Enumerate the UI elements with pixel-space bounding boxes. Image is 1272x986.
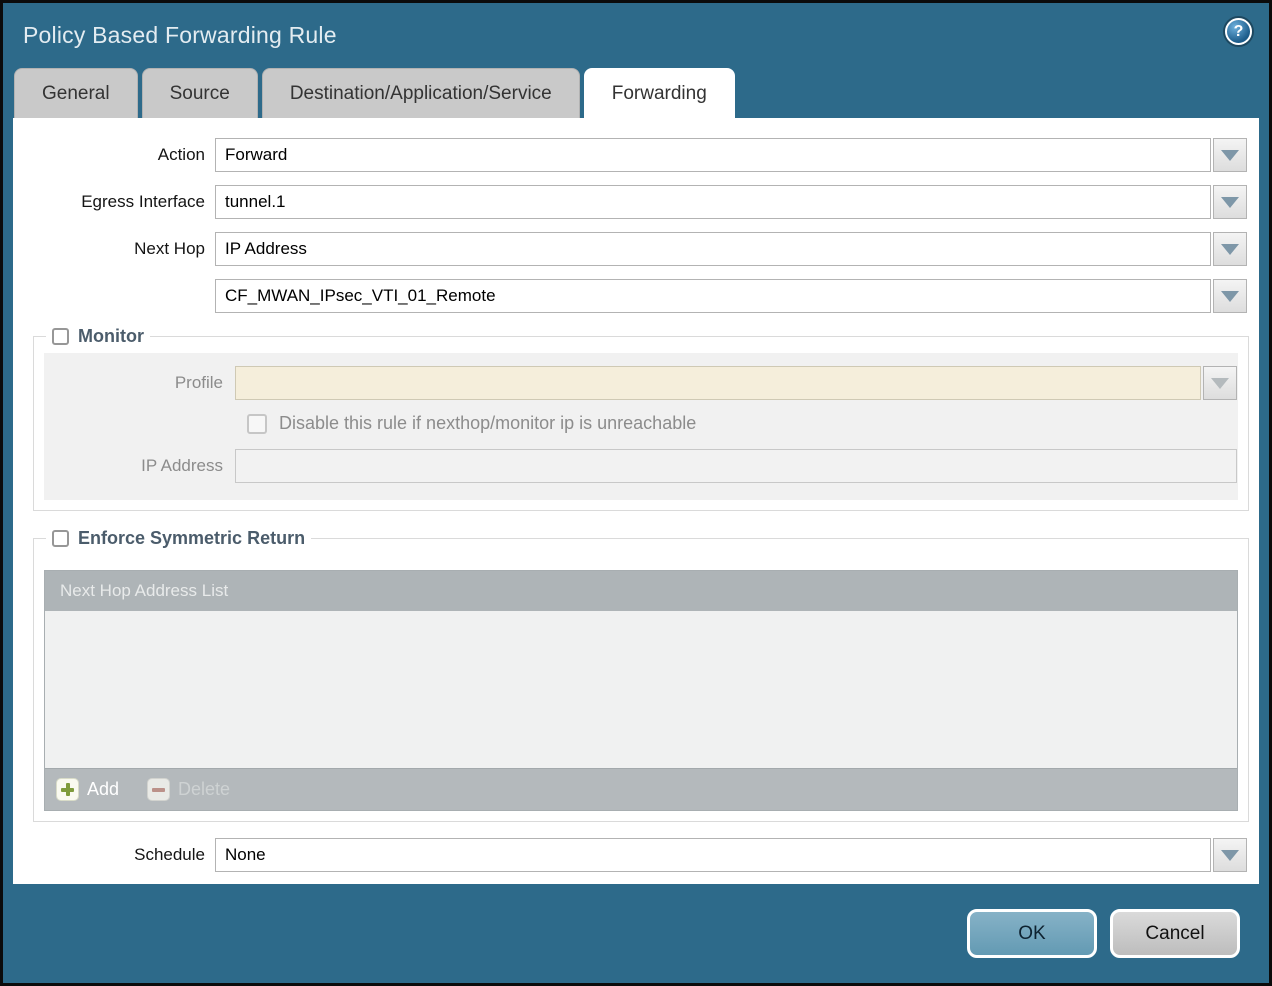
schedule-row: Schedule None [13,838,1259,872]
next-hop-address-dropdown-button[interactable] [1213,279,1247,313]
policy-based-forwarding-dialog: Policy Based Forwarding Rule ? General S… [0,0,1272,986]
table-footer: Add Delete [45,768,1237,810]
dialog-titlebar: Policy Based Forwarding Rule ? [3,3,1269,68]
minus-icon [147,778,170,801]
schedule-dropdown-button[interactable] [1213,838,1247,872]
disable-rule-row: Disable this rule if nexthop/monitor ip … [247,413,1238,434]
next-hop-type-dropdown-button[interactable] [1213,232,1247,266]
schedule-input[interactable]: None [215,838,1211,872]
monitor-ip-address-row: IP Address [44,449,1238,483]
next-hop-address-list-table: Next Hop Address List Add Delete [44,570,1238,811]
egress-interface-label: Egress Interface [13,192,215,212]
monitor-ip-address-input [235,449,1237,483]
enforce-symmetric-return-section: Enforce Symmetric Return Next Hop Addres… [33,528,1249,822]
table-header: Next Hop Address List [45,571,1237,611]
delete-button-label: Delete [178,779,230,800]
schedule-label: Schedule [13,845,215,865]
tab-forwarding-label: Forwarding [612,83,707,104]
plus-icon [56,778,79,801]
next-hop-row: Next Hop IP Address [13,232,1259,266]
disable-rule-label: Disable this rule if nexthop/monitor ip … [279,413,696,434]
egress-interface-input[interactable]: tunnel.1 [215,185,1211,219]
action-input[interactable]: Forward [215,138,1211,172]
next-hop-address-row: CF_MWAN_IPsec_VTI_01_Remote [13,279,1259,313]
egress-interface-dropdown-button[interactable] [1213,185,1247,219]
tab-source[interactable]: Source [142,68,258,118]
table-body-empty[interactable] [45,611,1237,768]
tab-general[interactable]: General [14,68,138,118]
dialog-footer: OK Cancel [3,884,1269,983]
egress-interface-value: tunnel.1 [225,192,286,212]
profile-row: Profile [44,366,1238,400]
tab-forwarding[interactable]: Forwarding [584,68,735,118]
monitor-section: Monitor Profile Disable [33,326,1249,511]
help-icon-glyph: ? [1234,23,1244,41]
chevron-down-icon [1211,378,1229,389]
monitor-panel: Profile Disable this rule if nexthop/mon… [44,353,1238,500]
tab-destination-application-service-label: Destination/Application/Service [290,83,552,104]
tab-bar: General Source Destination/Application/S… [3,68,1269,118]
enforce-symmetric-return-checkbox[interactable] [52,530,69,547]
table-header-label: Next Hop Address List [60,581,228,600]
schedule-value: None [225,845,266,865]
dialog-title: Policy Based Forwarding Rule [23,22,337,49]
forwarding-tab-panel: Action Forward Egress Interface tunnel.1 [13,118,1259,884]
delete-button: Delete [147,778,230,801]
enforce-symmetric-return-legend: Enforce Symmetric Return [46,528,311,549]
tab-general-label: General [42,83,110,104]
ok-button[interactable]: OK [967,909,1097,958]
profile-input [235,366,1201,400]
monitor-label: Monitor [78,326,144,347]
chevron-down-icon [1221,244,1239,255]
chevron-down-icon [1221,197,1239,208]
action-value: Forward [225,145,287,165]
next-hop-type-input[interactable]: IP Address [215,232,1211,266]
add-button-label: Add [87,779,119,800]
chevron-down-icon [1221,150,1239,161]
egress-interface-row: Egress Interface tunnel.1 [13,185,1259,219]
chevron-down-icon [1221,850,1239,861]
next-hop-type-value: IP Address [225,239,307,259]
action-label: Action [13,145,215,165]
profile-label: Profile [44,373,235,393]
profile-dropdown-button [1203,366,1237,400]
help-icon[interactable]: ? [1225,18,1252,45]
monitor-legend: Monitor [46,326,150,347]
enforce-symmetric-return-label: Enforce Symmetric Return [78,528,305,549]
next-hop-address-value: CF_MWAN_IPsec_VTI_01_Remote [225,286,496,306]
next-hop-address-input[interactable]: CF_MWAN_IPsec_VTI_01_Remote [215,279,1211,313]
monitor-ip-address-label: IP Address [44,456,235,476]
action-row: Action Forward [13,138,1259,172]
chevron-down-icon [1221,291,1239,302]
next-hop-label: Next Hop [13,239,215,259]
tab-source-label: Source [170,83,230,104]
action-dropdown-button[interactable] [1213,138,1247,172]
tab-destination-application-service[interactable]: Destination/Application/Service [262,68,580,118]
cancel-button[interactable]: Cancel [1110,909,1240,958]
add-button[interactable]: Add [56,778,119,801]
monitor-checkbox[interactable] [52,328,69,345]
disable-rule-checkbox [247,414,267,434]
